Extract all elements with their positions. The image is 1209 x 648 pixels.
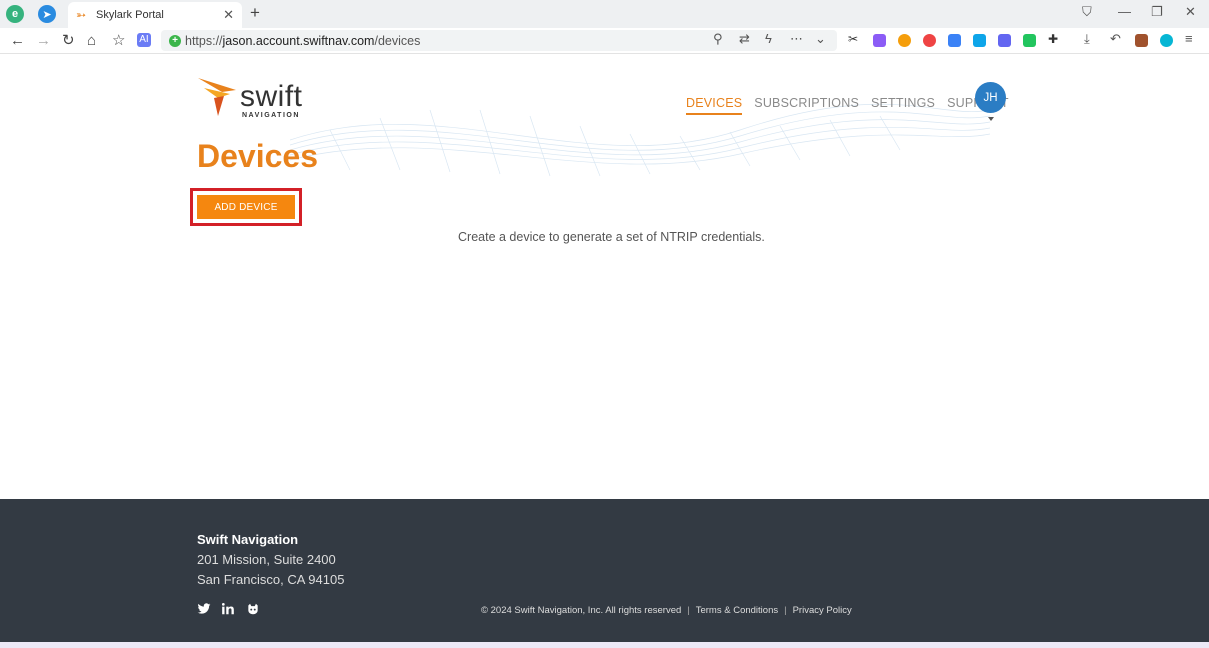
close-tab-icon[interactable]: ✕: [223, 7, 234, 23]
swift-favicon-icon: ➳: [76, 8, 87, 22]
empty-state-message: Create a device to generate a set of NTR…: [458, 230, 765, 244]
browser-tab[interactable]: ➳ Skylark Portal ✕: [68, 2, 242, 28]
puzzle-icon[interactable]: ✚: [1048, 32, 1061, 46]
translate-icon[interactable]: ⇄: [739, 31, 750, 47]
ai-icon[interactable]: AI: [137, 33, 151, 47]
terms-link[interactable]: Terms & Conditions: [696, 605, 778, 616]
extension-w-icon[interactable]: [973, 34, 986, 47]
browser-logo-icon[interactable]: e: [6, 5, 24, 23]
telegram-icon[interactable]: ➤: [38, 5, 56, 23]
privacy-link[interactable]: Privacy Policy: [793, 605, 852, 616]
zoom-icon[interactable]: ⚲: [713, 31, 723, 47]
footer-legal: © 2024 Swift Navigation, Inc. All rights…: [481, 605, 852, 616]
nav-subscriptions[interactable]: SUBSCRIPTIONS: [754, 96, 859, 115]
footer-address-line2: San Francisco, CA 94105: [197, 572, 345, 587]
extension-briefcase-icon[interactable]: [1135, 34, 1148, 47]
extension-green-icon[interactable]: [1023, 34, 1036, 47]
more-icon[interactable]: ⋯: [790, 31, 803, 47]
menu-icon[interactable]: ≡: [1185, 31, 1193, 46]
logo-wordmark: swift: [240, 80, 303, 113]
twitter-icon[interactable]: [197, 602, 211, 616]
address-bar[interactable]: + https://jason.account.swiftnav.com/dev…: [161, 30, 837, 51]
logo-subtitle: NAVIGATION: [242, 112, 300, 119]
main-nav: DEVICES SUBSCRIPTIONS SETTINGS SUPPORT: [686, 96, 1009, 115]
chevron-down-icon[interactable]: ⌄: [815, 31, 826, 47]
mail-icon[interactable]: [948, 34, 961, 47]
url-host: jason.account.swiftnav.com: [222, 33, 375, 48]
url-path: /devices: [374, 33, 421, 48]
tab-title: Skylark Portal: [96, 9, 164, 21]
caret-down-icon[interactable]: [988, 117, 994, 121]
taskbar-strip: [0, 642, 1209, 648]
nav-devices[interactable]: DEVICES: [686, 96, 743, 115]
footer-address-line1: 201 Mission, Suite 2400: [197, 552, 336, 567]
favorites-icon[interactable]: ☆: [112, 31, 125, 51]
add-device-button[interactable]: ADD DEVICE: [197, 195, 295, 219]
home-icon[interactable]: ⌂: [87, 31, 96, 51]
footer-separator: |: [687, 605, 690, 616]
restore-icon[interactable]: ❐: [1151, 4, 1163, 20]
extension-purple-icon[interactable]: [873, 34, 886, 47]
github-icon[interactable]: [246, 602, 260, 616]
close-window-icon[interactable]: ✕: [1185, 4, 1196, 20]
extension-circle-icon[interactable]: [1160, 34, 1173, 47]
download-icon[interactable]: ⤓: [1084, 31, 1090, 47]
undo-icon[interactable]: ↶: [1110, 31, 1121, 47]
reload-icon[interactable]: ↻: [62, 31, 75, 51]
nav-settings[interactable]: SETTINGS: [871, 96, 935, 115]
lightning-icon[interactable]: ϟ: [765, 31, 772, 46]
secure-icon: +: [169, 34, 181, 47]
swift-bird-icon: [198, 78, 236, 116]
browser-toolbar: ← → ↻ ⌂ ☆ AI + https://jason.account.swi…: [0, 28, 1209, 54]
footer-separator: |: [784, 605, 787, 616]
copyright-text: © 2024 Swift Navigation, Inc. All rights…: [481, 605, 682, 616]
user-avatar[interactable]: JH: [975, 82, 1006, 113]
forward-icon[interactable]: →: [36, 31, 51, 51]
page-title: Devices: [197, 138, 318, 174]
swift-navigation-logo[interactable]: swift NAVIGATION: [196, 74, 306, 122]
browser-tabbar: e ➤ ➳ Skylark Portal ✕ + ⛉ — ❐ ✕: [0, 0, 1209, 28]
scissors-icon[interactable]: ✂: [848, 32, 861, 46]
back-icon[interactable]: ←: [10, 31, 25, 51]
linkedin-icon[interactable]: [221, 602, 235, 616]
url-scheme: https://: [185, 33, 223, 48]
header-wave-graphic: [290, 103, 990, 177]
shirt-icon[interactable]: ⛉: [1082, 4, 1092, 20]
footer-company: Swift Navigation: [197, 532, 299, 547]
minimize-icon[interactable]: —: [1118, 4, 1131, 19]
new-tab-icon[interactable]: +: [250, 3, 260, 23]
site-footer: Swift Navigation 201 Mission, Suite 2400…: [0, 499, 1209, 642]
weibo-icon[interactable]: [923, 34, 936, 47]
extension-badge-icon[interactable]: [998, 34, 1011, 47]
gamepad-icon[interactable]: [898, 34, 911, 47]
